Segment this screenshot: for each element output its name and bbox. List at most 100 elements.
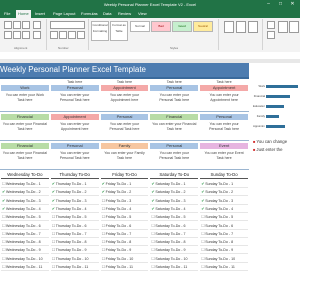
align-middle-icon[interactable] <box>13 21 21 29</box>
tab-insert[interactable]: Insert <box>33 10 47 18</box>
todo-item[interactable]: ✔Saturday To-Do - 3 <box>150 197 199 205</box>
tab-home[interactable]: Home <box>16 10 31 18</box>
category-label[interactable]: Family <box>100 143 149 149</box>
align-right-icon[interactable] <box>22 31 30 39</box>
wrap-text-icon[interactable] <box>33 21 41 29</box>
todo-item[interactable]: ☐Wednesday To-Do - 6 <box>1 222 49 230</box>
todo-item[interactable]: ☐Wednesday To-Do - 5 <box>1 213 49 222</box>
todo-item[interactable]: ☐Friday To-Do - 6 <box>100 222 149 230</box>
todo-item[interactable]: ☐Wednesday To-Do - 9 <box>1 246 49 255</box>
todo-item[interactable]: ☐Sunday To-Do - 9 <box>200 246 248 255</box>
todo-item[interactable]: ☐Friday To-Do - 11 <box>100 263 149 271</box>
close-icon[interactable]: ✕ <box>288 0 297 9</box>
style-good[interactable]: Good <box>172 21 192 32</box>
fill-icon[interactable] <box>267 31 275 39</box>
format-cells-icon[interactable] <box>248 21 258 33</box>
style-bad[interactable]: Bad <box>151 21 171 32</box>
todo-item[interactable]: ☐Saturday To-Do - 7 <box>150 230 199 238</box>
style-normal[interactable]: Normal <box>130 21 150 32</box>
tab-file[interactable]: File <box>2 10 12 18</box>
currency-icon[interactable] <box>50 31 58 39</box>
todo-item[interactable]: ☐Friday To-Do - 8 <box>100 238 149 247</box>
align-bottom-icon[interactable] <box>22 21 30 29</box>
style-neutral[interactable]: Neutral <box>193 21 213 32</box>
todo-item[interactable]: ☐Saturday To-Do - 8 <box>150 238 199 247</box>
tab-view[interactable]: View <box>136 10 149 18</box>
comma-icon[interactable] <box>68 31 76 39</box>
minimize-icon[interactable]: – <box>264 0 273 9</box>
align-top-icon[interactable] <box>4 21 12 29</box>
todo-item[interactable]: ☐Sunday To-Do - 7 <box>200 230 248 238</box>
todo-item[interactable]: ☐Thursday To-Do - 5 <box>50 213 99 222</box>
todo-item[interactable]: ☐Friday To-Do - 9 <box>100 246 149 255</box>
todo-item[interactable]: ☐Thursday To-Do - 9 <box>50 246 99 255</box>
todo-item[interactable]: ☐Friday To-Do - 3 <box>100 197 149 205</box>
todo-item[interactable]: ☐Saturday To-Do - 5 <box>150 213 199 222</box>
todo-item[interactable]: ✔Sunday To-Do - 1 <box>200 180 248 188</box>
maximize-icon[interactable]: □ <box>276 0 285 9</box>
todo-item[interactable]: ✔Sunday To-Do - 3 <box>200 197 248 205</box>
todo-item[interactable]: ☐Wednesday To-Do - 7 <box>1 230 49 238</box>
category-label[interactable]: Financial <box>1 114 49 120</box>
todo-item[interactable]: ☐Wednesday To-Do - 10 <box>1 255 49 263</box>
todo-item[interactable]: ☐Wednesday To-Do - 11 <box>1 263 49 271</box>
align-center-icon[interactable] <box>13 31 21 39</box>
percent-icon[interactable] <box>59 31 67 39</box>
category-label[interactable]: Event <box>200 143 248 149</box>
todo-item[interactable]: ☐Sunday To-Do - 6 <box>200 222 248 230</box>
decimal-icon[interactable] <box>77 31 85 39</box>
todo-item[interactable]: ✔Thursday To-Do - 4 <box>50 205 99 213</box>
todo-item[interactable]: ☐Wednesday To-Do - 8 <box>1 238 49 247</box>
todo-item[interactable]: ✔Saturday To-Do - 1 <box>150 180 199 188</box>
category-label[interactable]: Appointment <box>200 85 248 91</box>
category-label[interactable]: Personal <box>200 114 248 120</box>
number-format-dropdown[interactable] <box>50 21 85 29</box>
todo-item[interactable]: ☐Thursday To-Do - 6 <box>50 222 99 230</box>
category-label[interactable]: Personal <box>150 85 199 91</box>
todo-item[interactable]: ☐Sunday To-Do - 8 <box>200 238 248 247</box>
tab-page-layout[interactable]: Page Layout <box>51 10 77 18</box>
todo-item[interactable]: ✔Friday To-Do - 2 <box>100 188 149 197</box>
merge-center-icon[interactable] <box>33 31 41 39</box>
category-label[interactable]: Financial <box>150 114 199 120</box>
todo-item[interactable]: ✔Thursday To-Do - 2 <box>50 188 99 197</box>
find-select-icon[interactable] <box>289 21 299 33</box>
todo-item[interactable]: ☐Thursday To-Do - 7 <box>50 230 99 238</box>
category-label[interactable]: Personal <box>150 143 199 149</box>
todo-item[interactable]: ☐Sunday To-Do - 10 <box>200 255 248 263</box>
conditional-formatting-button[interactable]: Conditional Formatting <box>91 21 109 41</box>
todo-item[interactable]: ✔Sunday To-Do - 2 <box>200 188 248 197</box>
todo-item[interactable]: ✔Wednesday To-Do - 3 <box>1 197 49 205</box>
todo-item[interactable]: ☐Saturday To-Do - 9 <box>150 246 199 255</box>
category-label[interactable]: Financial <box>1 143 49 149</box>
category-label[interactable]: Personal <box>100 114 149 120</box>
todo-item[interactable]: ✔Saturday To-Do - 2 <box>150 188 199 197</box>
todo-item[interactable]: ☐Sunday To-Do - 11 <box>200 263 248 271</box>
insert-cells-icon[interactable] <box>224 21 234 33</box>
todo-item[interactable]: ☐Saturday To-Do - 11 <box>150 263 199 271</box>
tab-formulas[interactable]: Formulas <box>79 10 100 18</box>
todo-item[interactable]: ✔Friday To-Do - 1 <box>100 180 149 188</box>
todo-item[interactable]: ☐Friday To-Do - 10 <box>100 255 149 263</box>
todo-item[interactable]: ✔Thursday To-Do - 1 <box>50 180 99 188</box>
category-label[interactable]: Personal <box>50 85 99 91</box>
todo-item[interactable]: ☐Thursday To-Do - 8 <box>50 238 99 247</box>
tab-data[interactable]: Data <box>101 10 113 18</box>
todo-item[interactable]: ☐Saturday To-Do - 10 <box>150 255 199 263</box>
category-label[interactable]: Personal <box>50 143 99 149</box>
todo-item[interactable]: ✔Saturday To-Do - 4 <box>150 205 199 213</box>
category-label[interactable]: Work <box>1 85 49 91</box>
todo-item[interactable]: ☐Thursday To-Do - 10 <box>50 255 99 263</box>
todo-item[interactable]: ☐Wednesday To-Do - 1 <box>1 180 49 188</box>
todo-item[interactable]: ✔Wednesday To-Do - 2 <box>1 188 49 197</box>
align-left-icon[interactable] <box>4 31 12 39</box>
delete-cells-icon[interactable] <box>236 21 246 33</box>
autosum-icon[interactable] <box>267 21 275 29</box>
tab-review[interactable]: Review <box>116 10 133 18</box>
todo-item[interactable]: ☐Sunday To-Do - 5 <box>200 213 248 222</box>
category-label[interactable]: Appointment <box>50 114 99 120</box>
todo-item[interactable]: ✔Wednesday To-Do - 4 <box>1 205 49 213</box>
todo-item[interactable]: ☐Thursday To-Do - 11 <box>50 263 99 271</box>
todo-item[interactable]: ✔Thursday To-Do - 3 <box>50 197 99 205</box>
todo-item[interactable]: ☐Friday To-Do - 5 <box>100 213 149 222</box>
